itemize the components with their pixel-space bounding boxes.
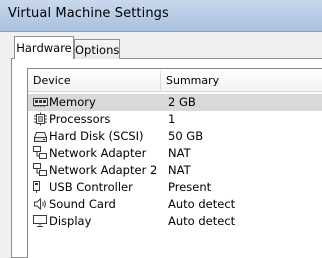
device-name: Memory <box>49 95 96 109</box>
processor-icon <box>33 112 48 126</box>
device-row-display[interactable]: Display Auto detect <box>28 213 322 230</box>
device-row-usb-controller[interactable]: USB Controller Present <box>28 179 322 196</box>
device-summary: NAT <box>168 146 191 160</box>
device-summary: Present <box>168 180 212 194</box>
device-list[interactable]: Device Summary Memory 2 GB Processors 1 … <box>27 68 322 258</box>
title-bar[interactable]: Virtual Machine Settings <box>0 0 322 32</box>
device-name: Processors <box>49 112 111 126</box>
usb-controller-icon <box>33 180 48 194</box>
device-row-sound-card[interactable]: Sound Card Auto detect <box>28 196 322 213</box>
device-rows: Memory 2 GB Processors 1 Hard Disk (SCSI… <box>28 94 322 230</box>
device-summary: Auto detect <box>168 214 236 228</box>
device-list-header: Device Summary <box>28 69 322 92</box>
device-summary: 50 GB <box>168 129 204 143</box>
sound-card-icon <box>33 197 48 211</box>
tab-hardware[interactable]: Hardware <box>14 36 74 59</box>
device-row-processors[interactable]: Processors 1 <box>28 111 322 128</box>
device-name: Sound Card <box>49 197 116 211</box>
column-divider[interactable] <box>160 71 161 90</box>
device-row-hard-disk[interactable]: Hard Disk (SCSI) 50 GB <box>28 128 322 145</box>
device-summary: Auto detect <box>168 197 236 211</box>
device-name: Network Adapter 2 <box>49 163 158 177</box>
device-row-network-adapter[interactable]: Network Adapter NAT <box>28 145 322 162</box>
memory-icon <box>33 95 48 109</box>
device-name: USB Controller <box>49 180 133 194</box>
tab-options-label: Options <box>75 43 120 57</box>
window-title: Virtual Machine Settings <box>8 6 169 21</box>
network-adapter-icon <box>33 146 48 160</box>
column-header-summary[interactable]: Summary <box>166 74 219 87</box>
tab-strip: Hardware Options <box>0 32 322 60</box>
device-summary: 2 GB <box>168 95 196 109</box>
device-name: Network Adapter <box>49 146 147 160</box>
hard-disk-icon <box>33 129 48 143</box>
network-adapter-icon <box>33 163 48 177</box>
tab-options[interactable]: Options <box>74 39 120 59</box>
display-icon <box>33 214 48 228</box>
column-header-device[interactable]: Device <box>33 74 71 87</box>
device-summary: NAT <box>168 163 191 177</box>
device-summary: 1 <box>168 112 176 126</box>
device-name: Display <box>49 214 92 228</box>
device-name: Hard Disk (SCSI) <box>49 129 144 143</box>
device-row-memory[interactable]: Memory 2 GB <box>28 94 322 111</box>
device-row-network-adapter-2[interactable]: Network Adapter 2 NAT <box>28 162 322 179</box>
tab-hardware-label: Hardware <box>16 41 72 55</box>
